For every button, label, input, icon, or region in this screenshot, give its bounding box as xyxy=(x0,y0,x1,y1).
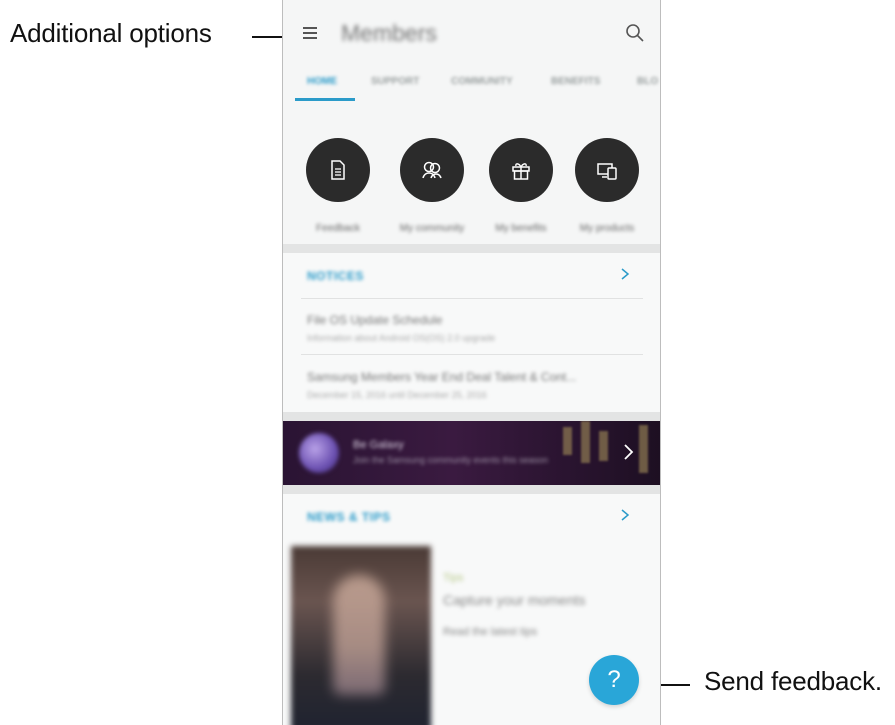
news-thumbnail-figure xyxy=(333,575,385,695)
banner-title: Be Galaxy xyxy=(353,439,404,451)
promo-banner[interactable]: Be Galaxy Join the Samsung community eve… xyxy=(283,421,660,485)
app-title: Members xyxy=(341,20,437,46)
search-icon xyxy=(626,24,644,42)
banner-next-button[interactable] xyxy=(622,443,634,466)
search-button[interactable] xyxy=(625,23,645,43)
menu-button[interactable] xyxy=(303,25,319,41)
quick-action-label: My benefits xyxy=(495,223,547,234)
notices-heading: NOTICES xyxy=(307,269,364,283)
tab-benefits[interactable]: BENEFITS xyxy=(551,76,600,87)
quick-action-label: My community xyxy=(399,223,465,234)
news-item-title[interactable]: Capture your moments xyxy=(443,592,585,608)
quick-action-circle xyxy=(489,138,553,202)
app-bar: Members xyxy=(283,0,660,68)
callout-additional-options: Additional options xyxy=(10,18,212,48)
chevron-right-icon xyxy=(624,444,634,460)
help-icon: ? xyxy=(607,666,621,693)
news-item-tag: Tips xyxy=(443,572,464,584)
notices-card: NOTICES File OS Update Schedule Informat… xyxy=(283,253,660,412)
tab-more[interactable]: BLO xyxy=(637,76,658,87)
phone-screen: Members HOME SUPPORT COMMUNITY BENEFITS … xyxy=(282,0,661,725)
quick-action-circle xyxy=(306,138,370,202)
section-divider xyxy=(283,244,660,253)
lantern-decoration xyxy=(599,431,608,461)
quick-action-label: Feedback xyxy=(316,223,360,234)
notice-item[interactable]: File OS Update Schedule Information abou… xyxy=(307,313,637,343)
notice-subtitle: Information about Android OS(OS) 2.0 upg… xyxy=(307,333,496,343)
banner-avatar xyxy=(299,433,339,473)
quick-actions: Feedback My community My benefits My pro… xyxy=(283,102,660,244)
quick-action-label: My products xyxy=(579,223,635,234)
lantern-decoration xyxy=(581,421,590,463)
document-icon xyxy=(331,160,345,180)
quick-action-circle xyxy=(400,138,464,202)
tab-community[interactable]: COMMUNITY xyxy=(451,76,513,87)
quick-action-feedback[interactable]: Feedback xyxy=(303,138,373,234)
tab-support[interactable]: SUPPORT xyxy=(371,76,419,87)
notices-more-button[interactable] xyxy=(619,267,631,286)
menu-icon xyxy=(303,32,317,34)
news-heading: NEWS & TIPS xyxy=(307,510,391,524)
quick-action-benefits[interactable]: My benefits xyxy=(486,138,556,234)
notice-item[interactable]: Samsung Members Year End Deal Talent & C… xyxy=(307,370,637,400)
tab-home[interactable]: HOME xyxy=(307,76,337,87)
lantern-decoration xyxy=(563,427,572,455)
menu-icon xyxy=(303,27,317,29)
section-divider xyxy=(283,412,660,421)
news-more-button[interactable] xyxy=(619,508,631,527)
active-tab-indicator xyxy=(295,98,355,101)
notice-subtitle: December 15, 2016 until December 25, 201… xyxy=(307,390,487,400)
send-feedback-button[interactable]: ? xyxy=(589,655,639,705)
tab-bar: HOME SUPPORT COMMUNITY BENEFITS BLO xyxy=(283,68,660,102)
gift-icon xyxy=(512,163,530,180)
community-icon xyxy=(422,161,442,179)
callout-send-feedback: Send feedback. xyxy=(704,666,882,696)
section-divider xyxy=(283,485,660,494)
menu-icon xyxy=(303,37,317,39)
news-item-subtitle: Read the latest tips xyxy=(443,626,538,638)
devices-icon xyxy=(597,163,617,180)
banner-subtitle: Join the Samsung community events this s… xyxy=(353,455,549,465)
row-separator xyxy=(301,354,643,355)
lantern-decoration xyxy=(639,425,648,473)
notice-title: File OS Update Schedule xyxy=(307,313,443,327)
notice-title: Samsung Members Year End Deal Talent & C… xyxy=(307,370,577,384)
row-separator xyxy=(301,298,643,299)
quick-action-products[interactable]: My products xyxy=(572,138,642,234)
chevron-right-icon xyxy=(621,268,630,280)
quick-action-community[interactable]: My community xyxy=(397,138,467,234)
quick-action-circle xyxy=(575,138,639,202)
chevron-right-icon xyxy=(621,509,630,521)
